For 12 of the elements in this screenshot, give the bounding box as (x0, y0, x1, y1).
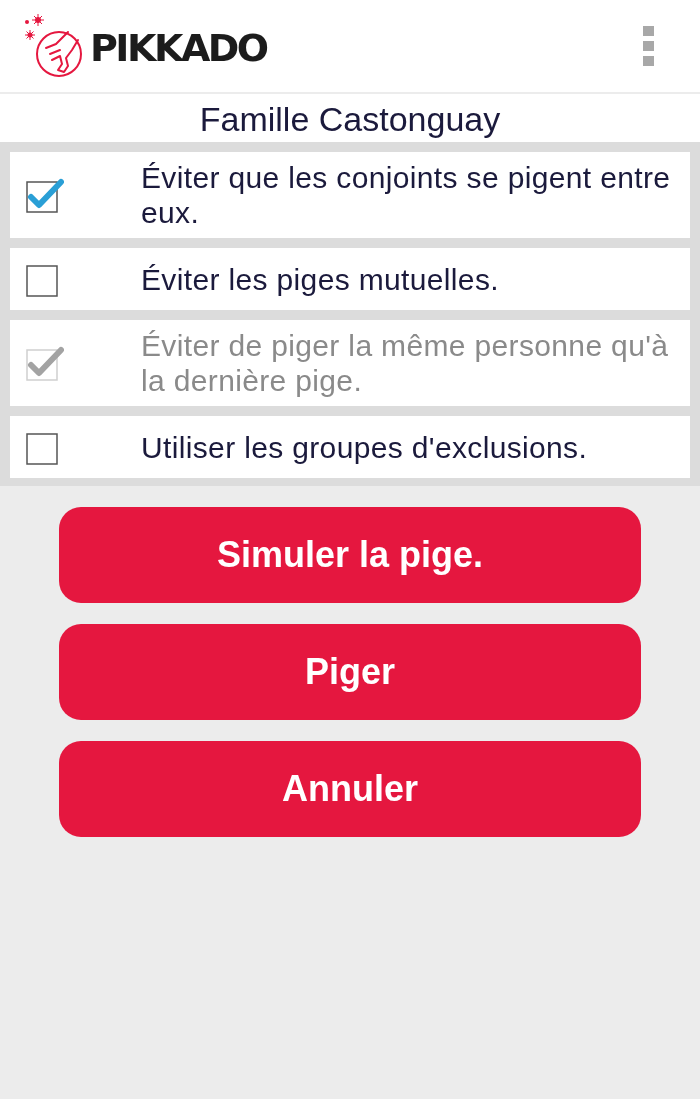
action-button[interactable]: Simuler la pige. (59, 507, 641, 603)
option-label: Éviter les piges mutuelles. (141, 261, 500, 297)
logo-icon (22, 14, 84, 78)
option-label: Utiliser les groupes d'exclusions. (141, 429, 589, 465)
option-label: Éviter que les conjoints se pigent entre eux. (141, 160, 672, 230)
page-title: Famille Castonguay (199, 100, 501, 138)
logo-text: PIKKADO (90, 29, 267, 67)
option-label: Éviter de piger la même personne qu'à la dernière pige. (141, 328, 670, 398)
checkbox[interactable] (26, 177, 64, 213)
action-button[interactable]: Annuler (59, 741, 641, 837)
action-button[interactable]: Piger (59, 624, 641, 720)
overflow-menu-icon[interactable] (643, 26, 654, 66)
